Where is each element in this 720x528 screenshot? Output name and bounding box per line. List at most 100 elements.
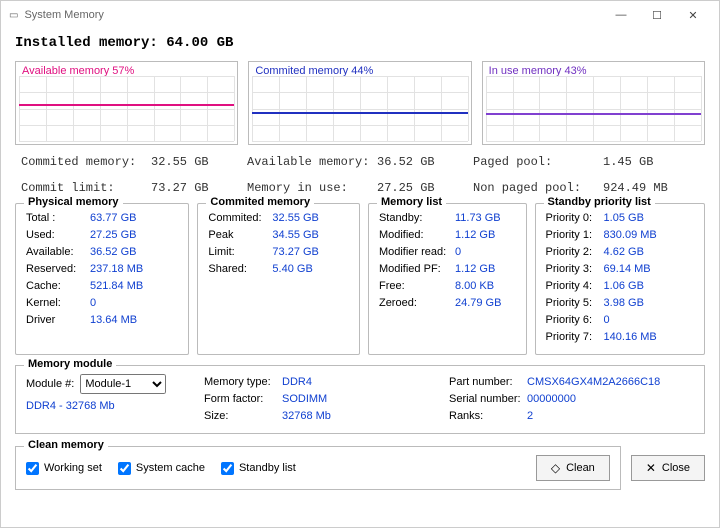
clean-checkbox[interactable]: Standby list — [221, 462, 296, 475]
kv-row: Ranks:2 — [449, 408, 694, 425]
kv-key: Priority 1: — [546, 227, 604, 244]
charts-row: Available memory 57%Commited memory 44%I… — [15, 61, 705, 145]
kv-row: Priority 7:140.16 MB — [546, 329, 694, 346]
module-slot-label: Module #: — [26, 378, 74, 390]
kv-row: Cache:521.84 MB — [26, 278, 178, 295]
titlebar: ▭ System Memory — ☐ ✕ — [1, 1, 719, 29]
module-column: Memory type:DDR4Form factor:SODIMMSize:3… — [204, 374, 449, 425]
kv-row: Reserved:237.18 MB — [26, 261, 178, 278]
kv-key: Total : — [26, 210, 90, 227]
kv-key: Modified: — [379, 227, 455, 244]
kv-value: 11.73 GB — [455, 210, 501, 227]
kv-row: Priority 1:830.09 MB — [546, 227, 694, 244]
kv-key: Used: — [26, 227, 90, 244]
clean-checkbox[interactable]: System cache — [118, 462, 205, 475]
panel-title: Commited memory — [206, 196, 314, 208]
stat-cell: Paged pool:1.45 GB — [473, 155, 699, 169]
kv-value: 69.14 MB — [604, 261, 651, 278]
kv-value: 521.84 MB — [90, 278, 143, 295]
app-icon: ▭ — [9, 10, 18, 21]
memory-list-panel: Memory list Standby:11.73 GBModified:1.1… — [368, 203, 527, 355]
minimize-button[interactable]: — — [603, 9, 639, 21]
kv-value: 24.79 GB — [455, 295, 501, 312]
kv-value: SODIMM — [282, 391, 327, 408]
physical-memory-panel: Physical memory Total :63.77 GBUsed:27.2… — [15, 203, 189, 355]
standby-priority-panel: Standby priority list Priority 0:1.05 GB… — [535, 203, 705, 355]
kv-row: Memory type:DDR4 — [204, 374, 449, 391]
kv-value: CMSX64GX4M2A2666C18 — [527, 374, 660, 391]
kv-row: Free:8.00 KB — [379, 278, 516, 295]
kv-value: 5.40 GB — [272, 261, 312, 278]
kv-value: 63.77 GB — [90, 210, 136, 227]
kv-value: 13.64 MB — [90, 312, 137, 329]
kv-key: Ranks: — [449, 408, 527, 425]
kv-row: Standby:11.73 GB — [379, 210, 516, 227]
eraser-icon: ◇ — [551, 461, 560, 475]
module-slot-desc: DDR4 - 32768 Mb — [26, 400, 204, 412]
kv-value: 27.25 GB — [90, 227, 136, 244]
module-select[interactable]: Module-1 — [80, 374, 166, 394]
kv-key: Memory type: — [204, 374, 282, 391]
close-button[interactable]: ✕ Close — [631, 455, 705, 481]
stats-row-1: Commited memory:32.55 GBAvailable memory… — [15, 145, 705, 171]
stat-value: 36.52 GB — [377, 155, 435, 169]
kv-value: 140.16 MB — [604, 329, 657, 346]
installed-value: 64.00 GB — [166, 35, 233, 51]
checkbox-input[interactable] — [26, 462, 39, 475]
chart-line — [486, 113, 701, 115]
maximize-button[interactable]: ☐ — [639, 9, 675, 22]
stat-label: Memory in use: — [247, 181, 377, 195]
stat-cell: Memory in use:27.25 GB — [247, 181, 473, 195]
kv-row: Form factor:SODIMM — [204, 391, 449, 408]
kv-value: 0 — [90, 295, 96, 312]
kv-value: 8.00 KB — [455, 278, 494, 295]
kv-key: Modified PF: — [379, 261, 455, 278]
kv-value: 32768 Mb — [282, 408, 331, 425]
installed-memory: Installed memory: 64.00 GB — [15, 29, 705, 61]
kv-value: 0 — [604, 312, 610, 329]
kv-value: 36.52 GB — [90, 244, 136, 261]
kv-value: 1.12 GB — [455, 227, 495, 244]
clean-button[interactable]: ◇ Clean — [536, 455, 610, 481]
module-column: Part number:CMSX64GX4M2A2666C18Serial nu… — [449, 374, 694, 425]
kv-value: 0 — [455, 244, 461, 261]
checkbox-label: Standby list — [239, 462, 296, 474]
kv-key: Driver — [26, 312, 90, 329]
close-icon: ✕ — [646, 461, 656, 475]
close-window-button[interactable]: ✕ — [675, 9, 711, 22]
kv-key: Priority 7: — [546, 329, 604, 346]
kv-key: Modifier read: — [379, 244, 455, 261]
kv-row: Available:36.52 GB — [26, 244, 178, 261]
checkbox-input[interactable] — [118, 462, 131, 475]
stat-value: 924.49 MB — [603, 181, 668, 195]
kv-row: Priority 2:4.62 GB — [546, 244, 694, 261]
usage-chart: Available memory 57% — [15, 61, 238, 145]
kv-value: 73.27 GB — [272, 244, 318, 261]
usage-chart: Commited memory 44% — [248, 61, 471, 145]
kv-key: Available: — [26, 244, 90, 261]
close-button-label: Close — [662, 462, 690, 474]
stat-label: Commit limit: — [21, 181, 151, 195]
kv-value: 1.12 GB — [455, 261, 495, 278]
stat-label: Paged pool: — [473, 155, 603, 169]
panel-title: Standby priority list — [544, 196, 655, 208]
window-title: System Memory — [24, 9, 103, 21]
stat-value: 73.27 GB — [151, 181, 209, 195]
kv-value: 2 — [527, 408, 533, 425]
stats-row-2: Commit limit:73.27 GB Memory in use:27.25… — [15, 171, 705, 197]
usage-chart: In use memory 43% — [482, 61, 705, 145]
kv-key: Reserved: — [26, 261, 90, 278]
clean-checkbox[interactable]: Working set — [26, 462, 102, 475]
kv-row: Modified:1.12 GB — [379, 227, 516, 244]
kv-key: Priority 3: — [546, 261, 604, 278]
kv-key: Priority 2: — [546, 244, 604, 261]
kv-row: Priority 4:1.06 GB — [546, 278, 694, 295]
kv-row: Driver13.64 MB — [26, 312, 178, 329]
kv-key: Peak — [208, 227, 272, 244]
stat-label: Commited memory: — [21, 155, 151, 169]
stat-cell: Non paged pool:924.49 MB — [473, 181, 699, 195]
checkbox-input[interactable] — [221, 462, 234, 475]
kv-key: Free: — [379, 278, 455, 295]
kv-value: 4.62 GB — [604, 244, 644, 261]
panel-title: Memory module — [24, 358, 116, 370]
